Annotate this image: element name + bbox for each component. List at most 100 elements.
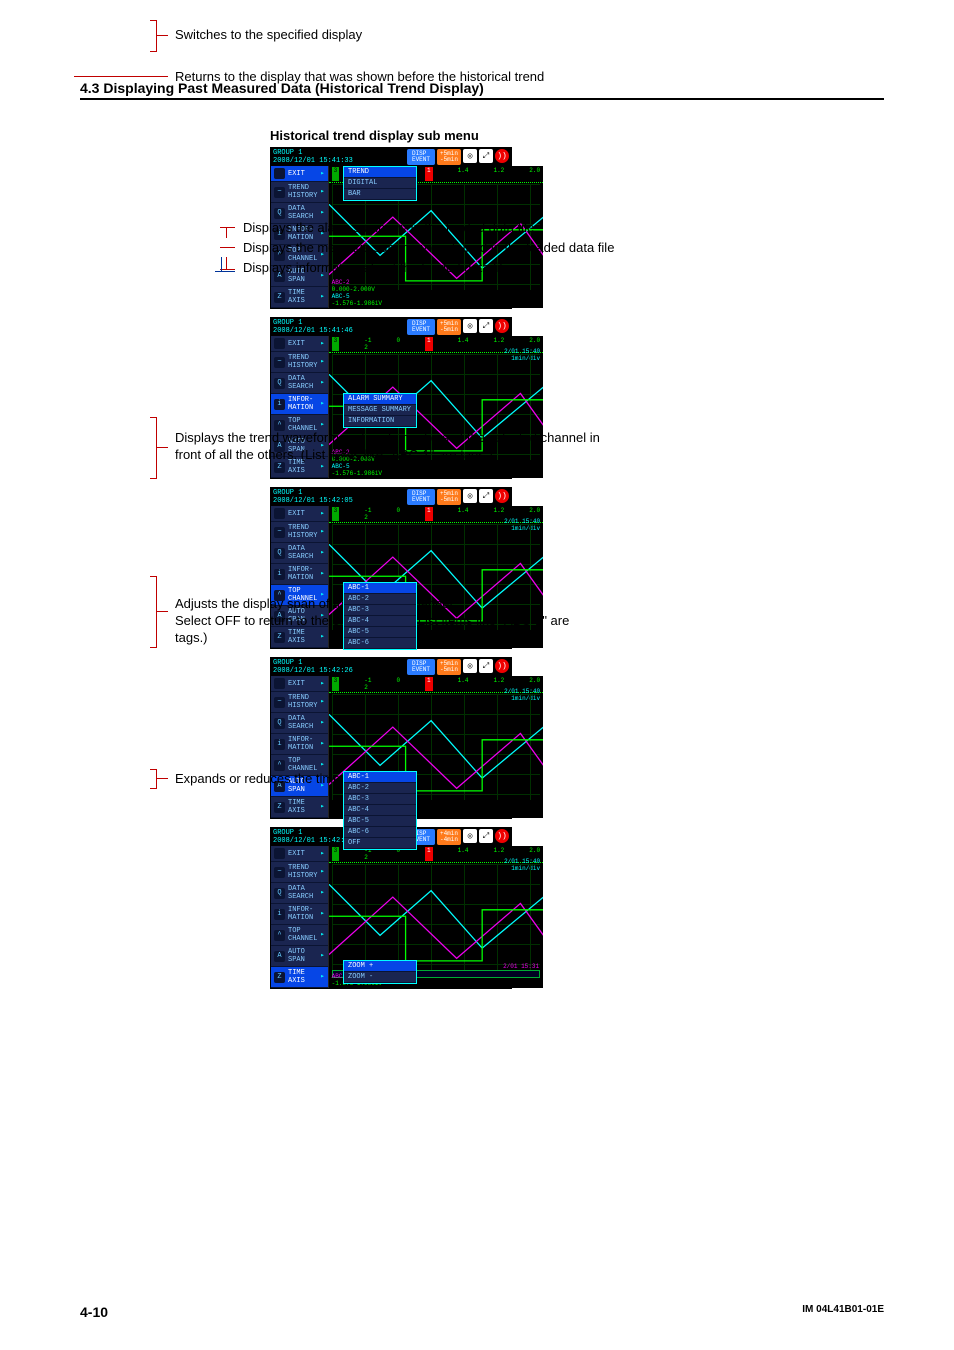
submenu-item[interactable]: INFORMATION xyxy=(344,416,416,427)
submenu-item[interactable]: ZOOM + xyxy=(344,961,416,972)
menu-item[interactable]: QDATA SEARCH▸ xyxy=(271,713,328,734)
menu-icon xyxy=(274,338,285,349)
submenu-item[interactable]: ABC-4 xyxy=(344,616,416,627)
rate-icon[interactable]: +5min-5min xyxy=(437,319,461,335)
annotation-text: Expands or reduces the time axis xyxy=(175,770,367,787)
menu-item[interactable]: ZTIME AXIS▸ xyxy=(271,797,328,818)
menu-icon: Z xyxy=(274,462,285,473)
menu-item[interactable]: EXIT▸ xyxy=(271,506,328,522)
submenu-item[interactable]: MESSAGE SUMMARY xyxy=(344,405,416,416)
menu-item[interactable]: iINFOR- MATION▸ xyxy=(271,564,328,585)
submenu-item[interactable]: OFF xyxy=(344,838,416,849)
zoom-icon[interactable]: ⤢ xyxy=(479,319,493,333)
chevron-right-icon: ▸ xyxy=(320,931,324,939)
context-menu: EXIT▸~TREND HISTORY▸QDATA SEARCH▸iINFOR-… xyxy=(271,846,328,988)
toggle-icon[interactable]: ◎ xyxy=(463,319,477,333)
menu-item[interactable]: AAUTO SPAN▸ xyxy=(271,946,328,967)
menu-label: INFOR- MATION xyxy=(288,906,317,922)
chevron-right-icon: ▸ xyxy=(320,910,324,918)
annotation-text: Displays the alarm summary in the loaded… xyxy=(243,219,534,236)
title-bar: GROUP 1 2008/12/01 15:42:05 DISPEVENT+5mi… xyxy=(271,488,511,506)
menu-item[interactable]: ZTIME AXIS▸ xyxy=(271,287,328,308)
menu-item[interactable]: ~TREND HISTORY▸ xyxy=(271,352,328,373)
submenu-item[interactable]: ABC-2 xyxy=(344,783,416,794)
menu-item[interactable]: ZTIME AXIS▸ xyxy=(271,967,328,988)
submenu-item[interactable]: ABC-4 xyxy=(344,805,416,816)
record-icon[interactable]: )) xyxy=(495,149,509,163)
submenu-item[interactable]: ABC-6 xyxy=(344,827,416,838)
disp-event-icon[interactable]: DISPEVENT xyxy=(407,149,435,165)
menu-item[interactable]: QDATA SEARCH▸ xyxy=(271,373,328,394)
menu-item[interactable]: iINFOR- MATION▸ xyxy=(271,734,328,755)
menu-item[interactable]: EXIT▸ xyxy=(271,846,328,862)
submenu-item[interactable]: ABC-1 xyxy=(344,772,416,783)
submenu-item[interactable]: ABC-1 xyxy=(344,583,416,594)
menu-icon: Q xyxy=(274,888,285,899)
menu-icon: ^ xyxy=(274,930,285,941)
toggle-icon[interactable]: ◎ xyxy=(463,149,477,163)
hook-line xyxy=(215,257,222,272)
disp-event-icon[interactable]: DISPEVENT xyxy=(407,319,435,335)
zoom-icon[interactable]: ⤢ xyxy=(479,489,493,503)
submenu-item[interactable]: TREND xyxy=(344,167,416,178)
disp-event-icon[interactable]: DISPEVENT xyxy=(407,489,435,505)
chevron-right-icon: ▸ xyxy=(320,170,324,178)
disp-event-icon[interactable]: DISPEVENT xyxy=(407,659,435,675)
menu-item[interactable]: ~TREND HISTORY▸ xyxy=(271,522,328,543)
menu-icon: ~ xyxy=(274,527,285,538)
menu-item[interactable]: iINFOR- MATION▸ xyxy=(271,904,328,925)
menu-item[interactable]: ~TREND HISTORY▸ xyxy=(271,182,328,203)
rate-icon[interactable]: +4min-4min xyxy=(437,829,461,845)
annotation-text: Displays the message summary contained i… xyxy=(243,239,614,256)
chevron-right-icon: ▸ xyxy=(320,549,324,557)
zoom-icon[interactable]: ⤢ xyxy=(479,659,493,673)
submenu-item[interactable]: ABC-6 xyxy=(344,638,416,649)
menu-icon: Z xyxy=(274,802,285,813)
submenu-item[interactable]: ABC-3 xyxy=(344,605,416,616)
menu-item[interactable]: QDATA SEARCH▸ xyxy=(271,543,328,564)
zoom-icon[interactable]: ⤢ xyxy=(479,829,493,843)
submenu-item[interactable]: ABC-3 xyxy=(344,794,416,805)
toggle-icon[interactable]: ◎ xyxy=(463,489,477,503)
toggle-icon[interactable]: ◎ xyxy=(463,659,477,673)
record-icon[interactable]: )) xyxy=(495,489,509,503)
submenu-item[interactable]: ABC-2 xyxy=(344,594,416,605)
menu-label: DATA SEARCH xyxy=(288,885,317,901)
device-screen: GROUP 1 2008/12/01 15:42:39DISPEVENT+4mi… xyxy=(270,827,512,989)
submenu-item[interactable]: ABC-5 xyxy=(344,627,416,638)
leader-line xyxy=(226,269,235,270)
rate-icon[interactable]: +5min-5min xyxy=(437,149,461,165)
record-icon[interactable]: )) xyxy=(495,659,509,673)
zoom-icon[interactable]: ⤢ xyxy=(479,149,493,163)
menu-item[interactable]: QDATA SEARCH▸ xyxy=(271,883,328,904)
record-icon[interactable]: )) xyxy=(495,829,509,843)
chevron-right-icon: ▸ xyxy=(320,952,324,960)
submenu-item[interactable]: ZOOM - xyxy=(344,972,416,983)
menu-item[interactable]: ^TOP CHANNEL▸ xyxy=(271,925,328,946)
menu-item[interactable]: ~TREND HISTORY▸ xyxy=(271,862,328,883)
submenu-item[interactable]: ALARM SUMMARY xyxy=(344,394,416,405)
group-label: GROUP 1 2008/12/01 15:42:05 xyxy=(273,489,353,505)
rate-icon[interactable]: +5min-5min xyxy=(437,659,461,675)
toggle-icon[interactable]: ◎ xyxy=(463,829,477,843)
submenu-item[interactable]: DIGITAL xyxy=(344,178,416,189)
menu-item[interactable]: iINFOR- MATION▸ xyxy=(271,394,328,415)
menu-item[interactable]: ~TREND HISTORY▸ xyxy=(271,692,328,713)
record-icon[interactable]: )) xyxy=(495,319,509,333)
submenu: ABC-1ABC-2ABC-3ABC-4ABC-5ABC-6OFF xyxy=(343,771,417,850)
menu-icon: Q xyxy=(274,208,285,219)
rate-icon[interactable]: +5min-5min xyxy=(437,489,461,505)
menu-item[interactable]: EXIT▸ xyxy=(271,336,328,352)
graph-grid xyxy=(332,864,540,970)
menu-icon: Q xyxy=(274,378,285,389)
menu-item[interactable]: EXIT▸ xyxy=(271,166,328,182)
brace-icon xyxy=(150,576,157,648)
menu-item[interactable]: EXIT▸ xyxy=(271,676,328,692)
chevron-right-icon: ▸ xyxy=(320,719,324,727)
submenu-item[interactable]: BAR xyxy=(344,189,416,200)
menu-label: INFOR- MATION xyxy=(288,396,317,412)
chevron-right-icon: ▸ xyxy=(320,463,324,471)
title-bar: GROUP 1 2008/12/01 15:41:46DISPEVENT+5mi… xyxy=(271,318,511,336)
submenu-item[interactable]: ABC-5 xyxy=(344,816,416,827)
chevron-right-icon: ▸ xyxy=(320,570,324,578)
